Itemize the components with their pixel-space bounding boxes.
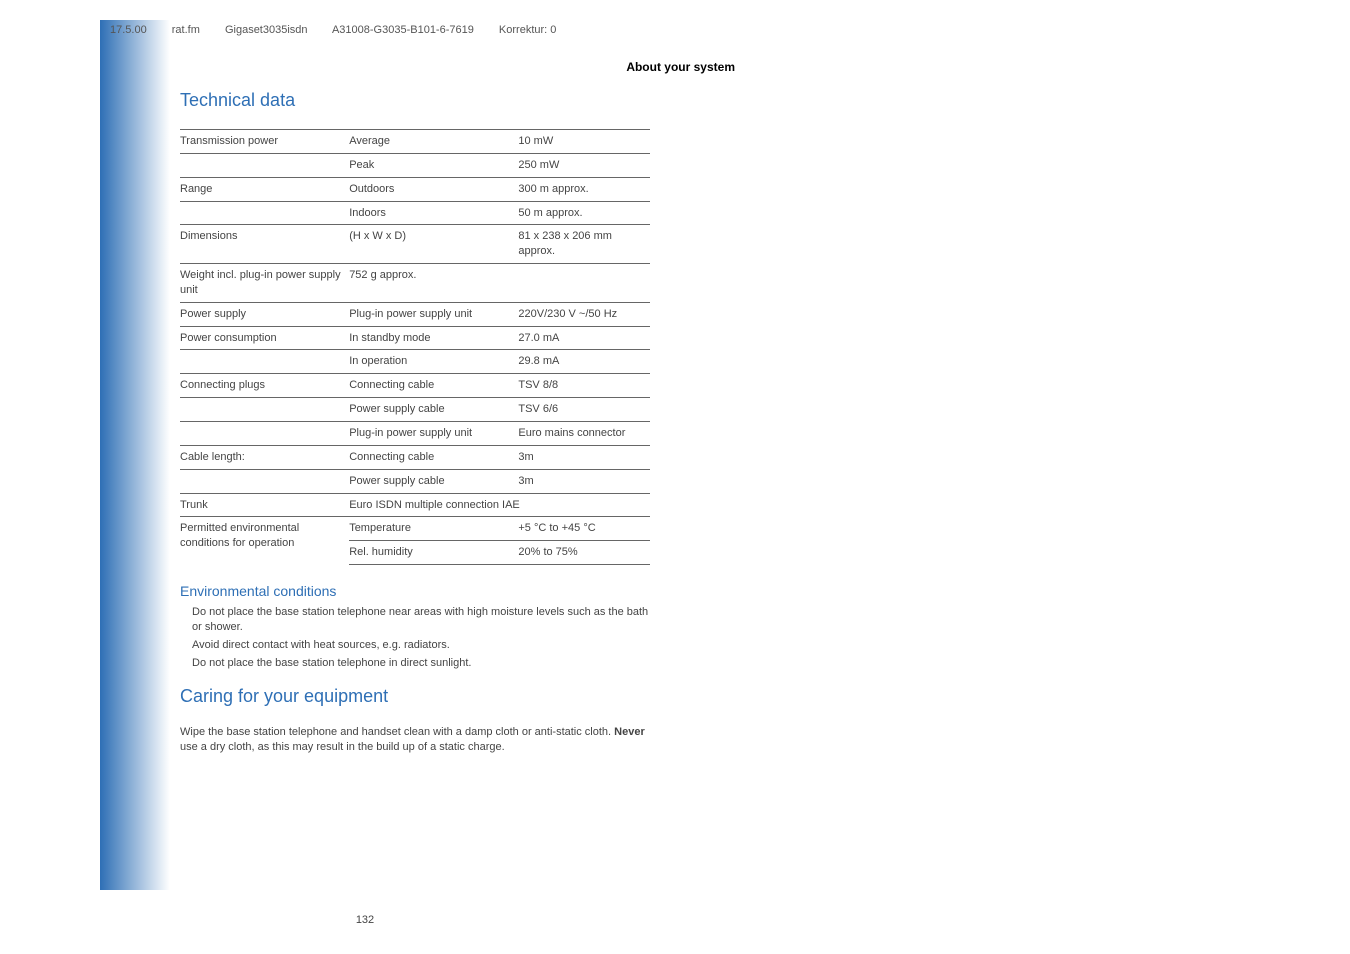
cell (180, 469, 349, 493)
table-row: Cable length:Connecting cable3m (180, 445, 650, 469)
cell: 220V/230 V ~/50 Hz (518, 302, 650, 326)
cell: 27.0 mA (518, 326, 650, 350)
cell (180, 421, 349, 445)
cell: Average (349, 130, 518, 154)
header-korrektur: Korrektur: 0 (499, 24, 556, 36)
cell: Peak (349, 153, 518, 177)
cell: Connecting cable (349, 445, 518, 469)
cell (180, 201, 349, 225)
environmental-conditions-heading: Environmental conditions (180, 583, 650, 599)
technical-data-table: Transmission powerAverage10 mWPeak250 mW… (180, 129, 650, 565)
list-item: Do not place the base station telephone … (192, 656, 650, 671)
caring-heading: Caring for your equipment (180, 686, 650, 707)
header-line: 17.5.00 rat.fm Gigaset3035isdn A31008-G3… (110, 24, 578, 36)
cell: 752 g approx. (349, 264, 518, 303)
table-row: Transmission powerAverage10 mW (180, 130, 650, 154)
cell: Plug-in power supply unit (349, 421, 518, 445)
cell: Plug-in power supply unit (349, 302, 518, 326)
cell: Connecting cable (349, 374, 518, 398)
table-row: TrunkEuro ISDN multiple connection IAE (180, 493, 650, 517)
table-row: Power supply cable3m (180, 469, 650, 493)
cell: Power consumption (180, 326, 349, 350)
cell: (H x W x D) (349, 225, 518, 264)
cell: Rel. humidity (349, 541, 518, 565)
cell: In standby mode (349, 326, 518, 350)
table-row: Indoors50 m approx. (180, 201, 650, 225)
header-product: Gigaset3035isdn (225, 24, 308, 36)
list-item: Avoid direct contact with heat sources, … (192, 638, 650, 653)
table-row: RangeOutdoors300 m approx. (180, 177, 650, 201)
cell: Euro ISDN multiple connection IAE (349, 493, 650, 517)
content-column: Technical data Transmission powerAverage… (180, 90, 650, 758)
cell: 3m (518, 445, 650, 469)
cell: Temperature (349, 517, 518, 541)
cell: 20% to 75% (518, 541, 650, 565)
caring-text: Wipe the base station telephone and hand… (180, 725, 650, 755)
gradient-sidebar (100, 20, 170, 890)
cell: Power supply (180, 302, 349, 326)
cell: Permitted environmental conditions for o… (180, 517, 349, 565)
cell: Indoors (349, 201, 518, 225)
cell: In operation (349, 350, 518, 374)
caring-bold: Never (614, 726, 645, 738)
cell: Power supply cable (349, 398, 518, 422)
table-row: Power supply cableTSV 6/6 (180, 398, 650, 422)
caring-post: use a dry cloth, as this may result in t… (180, 741, 505, 753)
cell (180, 350, 349, 374)
cell: +5 °C to +45 °C (518, 517, 650, 541)
cell: 50 m approx. (518, 201, 650, 225)
cell: 250 mW (518, 153, 650, 177)
cell: Power supply cable (349, 469, 518, 493)
table-row: Peak250 mW (180, 153, 650, 177)
section-title: About your system (626, 60, 735, 74)
table-row: Permitted environmental conditions for o… (180, 517, 650, 541)
table-row: Power consumptionIn standby mode27.0 mA (180, 326, 650, 350)
header-date: 17.5.00 (110, 24, 147, 36)
cell: Outdoors (349, 177, 518, 201)
cell: TSV 6/6 (518, 398, 650, 422)
table-row: Connecting plugsConnecting cableTSV 8/8 (180, 374, 650, 398)
table-row: Dimensions(H x W x D)81 x 238 x 206 mm a… (180, 225, 650, 264)
cell: Dimensions (180, 225, 349, 264)
cell (518, 264, 650, 303)
list-item: Do not place the base station telephone … (192, 605, 650, 635)
cell: Euro mains connector (518, 421, 650, 445)
table-row: Power supplyPlug-in power supply unit220… (180, 302, 650, 326)
technical-data-heading: Technical data (180, 90, 650, 111)
cell: Transmission power (180, 130, 349, 154)
cell: Weight incl. plug-in power supply unit (180, 264, 349, 303)
page-number: 132 (0, 914, 1040, 926)
table-row: Plug-in power supply unitEuro mains conn… (180, 421, 650, 445)
cell: Trunk (180, 493, 349, 517)
table-row: Weight incl. plug-in power supply unit75… (180, 264, 650, 303)
cell: 300 m approx. (518, 177, 650, 201)
cell: TSV 8/8 (518, 374, 650, 398)
table-row: In operation29.8 mA (180, 350, 650, 374)
cell: 3m (518, 469, 650, 493)
caring-pre: Wipe the base station telephone and hand… (180, 726, 614, 738)
cell (180, 153, 349, 177)
cell: Connecting plugs (180, 374, 349, 398)
header-partno: A31008-G3035-B101-6-7619 (332, 24, 474, 36)
cell: Cable length: (180, 445, 349, 469)
cell (180, 398, 349, 422)
cell: 10 mW (518, 130, 650, 154)
cell: Range (180, 177, 349, 201)
cell: 29.8 mA (518, 350, 650, 374)
cell: 81 x 238 x 206 mm approx. (518, 225, 650, 264)
header-file: rat.fm (172, 24, 200, 36)
